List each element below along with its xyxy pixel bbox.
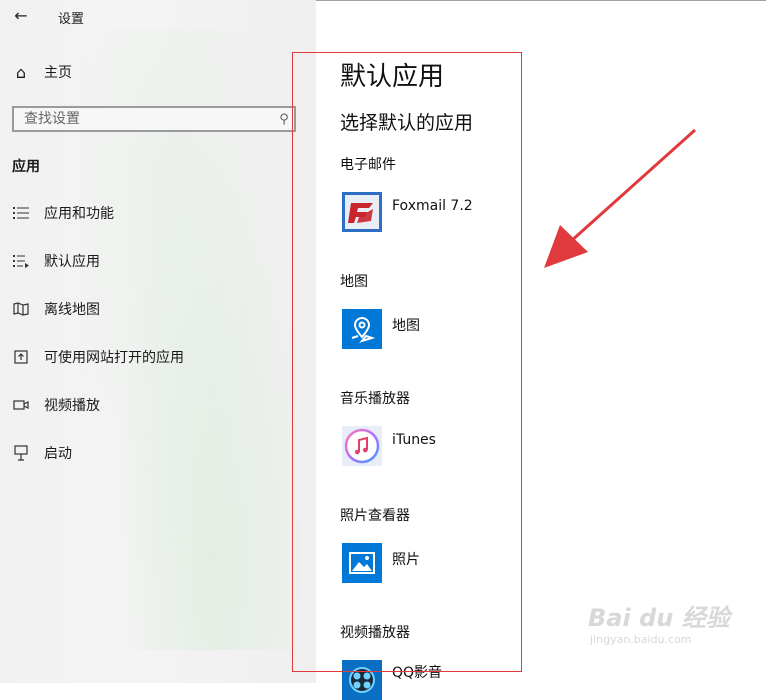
sidebar-item-label: 启动	[44, 446, 72, 462]
sidebar-item-label: 离线地图	[44, 302, 100, 318]
search-icon[interactable]: ⚲	[274, 112, 294, 127]
default-app-photos-button[interactable]: 照片	[342, 543, 420, 583]
offline-map-icon	[12, 300, 30, 318]
default-app-email-button[interactable]: Foxmail 7.2	[342, 192, 473, 232]
default-app-name: 地图	[392, 318, 420, 334]
watermark-brand: Bai du 经验	[588, 604, 730, 632]
default-app-name: Foxmail 7.2	[392, 198, 473, 214]
watermark-url: jingyan.baidu.com	[590, 633, 692, 646]
baidu-watermark: Bai du 经验 jingyan.baidu.com	[588, 598, 730, 646]
home-icon: ⌂	[15, 62, 27, 82]
sidebar-item-apps-features[interactable]: 应用和功能	[12, 203, 114, 223]
list-icon	[12, 204, 30, 222]
sidebar-item-label: 应用和功能	[44, 206, 114, 222]
page-subtitle: 选择默认的应用	[340, 112, 474, 134]
sidebar-item-offline-maps[interactable]: 离线地图	[12, 299, 100, 319]
window-title: 设置	[58, 12, 85, 27]
sidebar-item-label: 视频播放	[44, 398, 100, 414]
default-app-name: iTunes	[392, 432, 436, 448]
category-label-video: 视频播放器	[340, 625, 410, 641]
search-box[interactable]: ⚲	[12, 106, 296, 132]
category-label-photos: 照片查看器	[340, 508, 410, 524]
sidebar-item-label: 可使用网站打开的应用	[44, 350, 184, 366]
category-label-music: 音乐播放器	[340, 391, 410, 407]
startup-icon	[12, 444, 30, 462]
default-app-name: QQ影音	[392, 665, 443, 681]
sidebar-item-video-playback[interactable]: 视频播放	[12, 395, 100, 415]
home-label: 主页	[44, 65, 72, 81]
qqplayer-icon	[342, 660, 382, 700]
foxmail-icon	[342, 192, 382, 232]
annotation-arrow	[544, 128, 697, 268]
sidebar-item-default-apps[interactable]: 默认应用	[12, 251, 100, 271]
sidebar	[0, 0, 316, 683]
default-app-name: 照片	[392, 552, 420, 568]
sidebar-item-label: 默认应用	[44, 254, 100, 270]
default-app-maps-button[interactable]: 地图	[342, 309, 420, 349]
photos-icon	[342, 543, 382, 583]
section-title: 应用	[12, 159, 40, 175]
search-input[interactable]	[14, 110, 274, 128]
maps-icon	[342, 309, 382, 349]
default-app-video-button[interactable]: QQ影音	[342, 660, 442, 700]
page-title: 默认应用	[340, 62, 445, 92]
sidebar-item-startup[interactable]: 启动	[12, 443, 72, 463]
sidebar-home[interactable]: ⌂ 主页	[12, 62, 72, 82]
default-apps-icon	[12, 252, 30, 270]
video-camera-icon	[12, 396, 30, 414]
back-arrow-icon[interactable]: ←	[10, 5, 32, 27]
open-window-icon	[12, 348, 30, 366]
sidebar-item-website-apps[interactable]: 可使用网站打开的应用	[12, 347, 184, 367]
itunes-icon	[342, 426, 382, 466]
category-label-email: 电子邮件	[340, 157, 396, 173]
category-label-maps: 地图	[340, 274, 368, 290]
default-app-music-button[interactable]: iTunes	[342, 426, 436, 466]
